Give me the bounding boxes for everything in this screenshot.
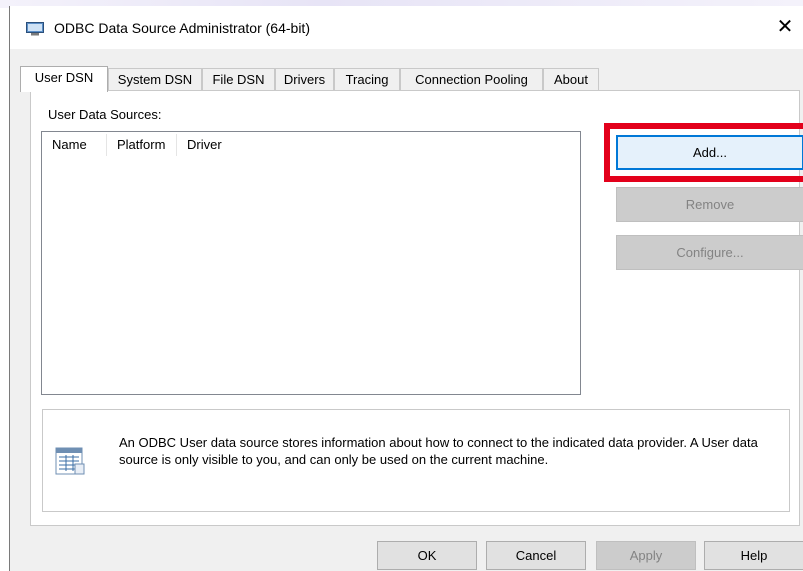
title-bar[interactable]: ODBC Data Source Administrator (64-bit) … [10,6,803,49]
tab-strip: User DSN System DSN File DSN Drivers Tra… [20,66,800,92]
tab-file-dsn[interactable]: File DSN [202,68,275,90]
tab-system-dsn[interactable]: System DSN [108,68,202,90]
tab-connection-pooling[interactable]: Connection Pooling [400,68,543,90]
user-data-sources-label: User Data Sources: [48,107,162,122]
remove-button[interactable]: Remove [616,187,803,222]
window-title: ODBC Data Source Administrator (64-bit) [54,20,310,36]
info-box: An ODBC User data source stores informat… [42,409,790,512]
tab-drivers[interactable]: Drivers [275,68,334,90]
tab-user-dsn[interactable]: User DSN [20,66,108,92]
apply-button[interactable]: Apply [596,541,696,570]
data-sources-list[interactable]: Name Platform Driver [41,131,581,395]
configure-button[interactable]: Configure... [616,235,803,270]
cancel-button[interactable]: Cancel [486,541,586,570]
info-text: An ODBC User data source stores informat… [119,435,758,467]
user-dsn-panel: User Data Sources: Name Platform Driver … [30,90,803,526]
column-header-platform[interactable]: Platform [107,134,177,156]
help-button[interactable]: Help [704,541,803,570]
ok-button[interactable]: OK [377,541,477,570]
add-button[interactable]: Add... [616,135,803,170]
data-source-icon [55,447,85,475]
odbc-admin-window: ODBC Data Source Administrator (64-bit) … [9,6,803,571]
column-header-name[interactable]: Name [42,134,107,156]
tab-tracing[interactable]: Tracing [334,68,400,90]
odbc-app-icon [26,22,44,36]
column-header-driver[interactable]: Driver [177,134,277,156]
tab-about[interactable]: About [543,68,599,90]
close-icon[interactable]: ✕ [768,12,802,42]
